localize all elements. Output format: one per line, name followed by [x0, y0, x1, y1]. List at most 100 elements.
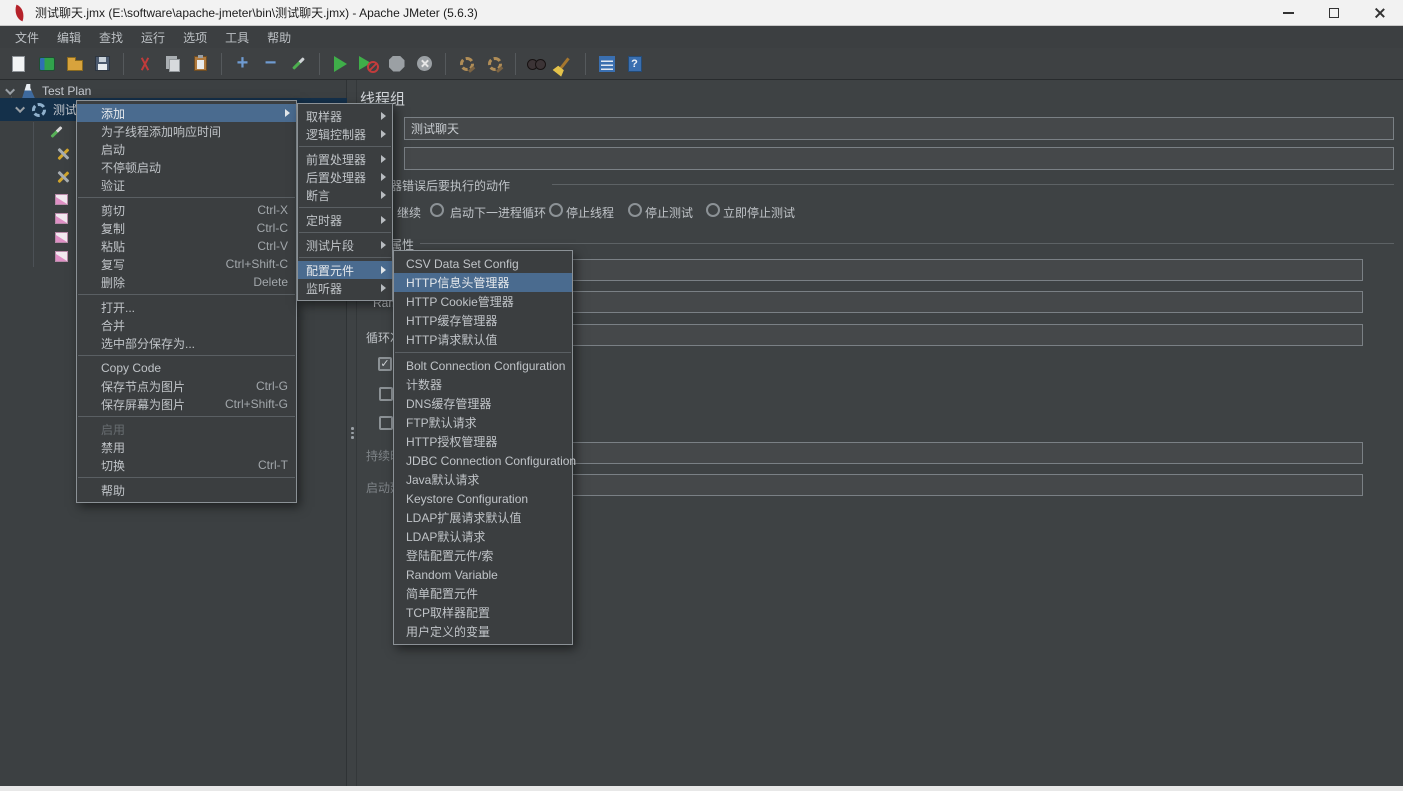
start-no-pauses-button[interactable]	[356, 51, 381, 76]
zoom-out-button[interactable]	[258, 51, 283, 76]
save-button[interactable]	[90, 51, 115, 76]
radio-stop-test[interactable]	[628, 203, 642, 217]
config-item-ldap-extended-request-defaults[interactable]: LDAP扩展请求默认值	[394, 508, 572, 527]
config-item-login-config-element[interactable]: 登陆配置元件/索	[394, 546, 572, 565]
menu-item-copy[interactable]: 复制Ctrl-C	[77, 219, 296, 237]
chevron-down-icon[interactable]	[5, 85, 15, 95]
menubar-item-run[interactable]: 运行	[132, 27, 174, 48]
config-item-tcp-sampler-config[interactable]: TCP取样器配置	[394, 603, 572, 622]
config-item-csv-data-set-config[interactable]: CSV Data Set Config	[394, 254, 572, 273]
config-item-http-cache-manager[interactable]: HTTP缓存管理器	[394, 311, 572, 330]
tree-item-child[interactable]	[55, 209, 68, 228]
menubar-item-file[interactable]: 文件	[6, 27, 48, 48]
config-item-counter[interactable]: 计数器	[394, 375, 572, 394]
comments-input[interactable]	[404, 147, 1394, 170]
submenu-item-test-fragment[interactable]: 测试片段	[298, 236, 392, 254]
config-item-ftp-request-defaults[interactable]: FTP默认请求	[394, 413, 572, 432]
menu-item-delete[interactable]: 删除Delete	[77, 273, 296, 291]
menu-item-add[interactable]: 添加	[77, 104, 296, 122]
menu-item-toggle[interactable]: 切换Ctrl-T	[77, 456, 296, 474]
tree-item-child[interactable]	[55, 247, 68, 266]
menubar-item-options[interactable]: 选项	[174, 27, 216, 48]
config-item-http-request-defaults[interactable]: HTTP请求默认值	[394, 330, 572, 349]
tree-item-child[interactable]	[55, 228, 68, 247]
splitter-grip[interactable]	[351, 427, 354, 443]
start-button[interactable]	[328, 51, 353, 76]
function-helper-button[interactable]	[594, 51, 619, 76]
thread-group-name-input[interactable]	[404, 117, 1394, 140]
duration-input[interactable]	[565, 442, 1363, 464]
submenu-item-assertions[interactable]: 断言	[298, 186, 392, 204]
menu-item-paste[interactable]: 粘贴Ctrl-V	[77, 237, 296, 255]
submenu-item-samplers[interactable]: 取样器	[298, 107, 392, 125]
zoom-in-button[interactable]	[230, 51, 255, 76]
menubar-item-help[interactable]: 帮助	[258, 27, 300, 48]
config-item-jdbc-connection-configuration[interactable]: JDBC Connection Configuration	[394, 451, 572, 470]
tree-item-child[interactable]	[55, 190, 68, 209]
config-item-http-header-manager[interactable]: HTTP信息头管理器	[394, 273, 572, 292]
number-of-threads-input[interactable]	[565, 259, 1363, 281]
menu-item-save-node-as-image[interactable]: 保存节点为图片Ctrl-G	[77, 377, 296, 395]
radio-start-next-loop[interactable]	[430, 203, 444, 217]
shutdown-button[interactable]	[412, 51, 437, 76]
menubar-item-search[interactable]: 查找	[90, 27, 132, 48]
copy-button[interactable]	[160, 51, 185, 76]
tree-item-child[interactable]	[55, 168, 72, 187]
tree-item-child[interactable]	[55, 122, 58, 141]
submenu-item-pre-processors[interactable]: 前置处理器	[298, 150, 392, 168]
config-item-http-cookie-manager[interactable]: HTTP Cookie管理器	[394, 292, 572, 311]
chevron-down-icon[interactable]	[15, 103, 25, 113]
menu-item-merge[interactable]: 合并	[77, 316, 296, 334]
menu-item-validate[interactable]: 验证	[77, 176, 296, 194]
menu-item-save-selection-as[interactable]: 选中部分保存为...	[77, 334, 296, 352]
minimize-button[interactable]	[1265, 0, 1311, 25]
templates-button[interactable]	[34, 51, 59, 76]
search-button[interactable]	[524, 51, 549, 76]
startup-delay-input[interactable]	[565, 474, 1363, 496]
menu-item-duplicate[interactable]: 复写Ctrl+Shift-C	[77, 255, 296, 273]
stop-button[interactable]	[384, 51, 409, 76]
remote-stop-all-button[interactable]	[482, 51, 507, 76]
scheduler-checkbox[interactable]	[379, 416, 393, 430]
menu-item-help[interactable]: 帮助	[77, 481, 296, 499]
config-item-random-variable[interactable]: Random Variable	[394, 565, 572, 584]
open-button[interactable]	[62, 51, 87, 76]
new-file-button[interactable]	[6, 51, 31, 76]
close-button[interactable]	[1357, 0, 1403, 25]
config-item-ldap-request-defaults[interactable]: LDAP默认请求	[394, 527, 572, 546]
config-item-bolt-connection-configuration[interactable]: Bolt Connection Configuration	[394, 356, 572, 375]
submenu-item-timers[interactable]: 定时器	[298, 211, 392, 229]
loop-count-input[interactable]	[565, 324, 1363, 346]
tree-item-child[interactable]	[55, 145, 72, 164]
submenu-item-listeners[interactable]: 监听器	[298, 279, 392, 297]
tree-item-test-plan[interactable]: Test Plan	[8, 83, 91, 99]
menu-item-open[interactable]: 打开...	[77, 298, 296, 316]
menu-item-start-no-pauses[interactable]: 不停顿启动	[77, 158, 296, 176]
submenu-item-post-processors[interactable]: 后置处理器	[298, 168, 392, 186]
submenu-item-config-element[interactable]: 配置元件	[298, 261, 392, 279]
menu-item-copy-code[interactable]: Copy Code	[77, 359, 296, 377]
same-user-on-each-iteration-checkbox[interactable]	[378, 357, 392, 371]
ramp-up-input[interactable]	[565, 291, 1363, 313]
config-item-dns-cache-manager[interactable]: DNS缓存管理器	[394, 394, 572, 413]
config-item-user-defined-variables[interactable]: 用户定义的变量	[394, 622, 572, 641]
menu-item-disable[interactable]: 禁用	[77, 438, 296, 456]
paste-button[interactable]	[188, 51, 213, 76]
submenu-item-logic-controllers[interactable]: 逻辑控制器	[298, 125, 392, 143]
config-item-keystore-configuration[interactable]: Keystore Configuration	[394, 489, 572, 508]
edit-button[interactable]	[286, 51, 311, 76]
menu-item-start[interactable]: 启动	[77, 140, 296, 158]
menu-item-cut[interactable]: 剪切Ctrl-X	[77, 201, 296, 219]
menu-item-add-think-times[interactable]: 为子线程添加响应时间	[77, 122, 296, 140]
maximize-button[interactable]	[1311, 0, 1357, 25]
config-item-http-authorization-manager[interactable]: HTTP授权管理器	[394, 432, 572, 451]
clear-all-button[interactable]	[552, 51, 577, 76]
menubar-item-edit[interactable]: 编辑	[48, 27, 90, 48]
menubar-item-tools[interactable]: 工具	[216, 27, 258, 48]
config-item-java-request-defaults[interactable]: Java默认请求	[394, 470, 572, 489]
radio-stop-test-now[interactable]	[706, 203, 720, 217]
remote-start-all-button[interactable]	[454, 51, 479, 76]
cut-button[interactable]	[132, 51, 157, 76]
radio-stop-thread[interactable]	[549, 203, 563, 217]
delay-thread-creation-checkbox[interactable]	[379, 387, 393, 401]
